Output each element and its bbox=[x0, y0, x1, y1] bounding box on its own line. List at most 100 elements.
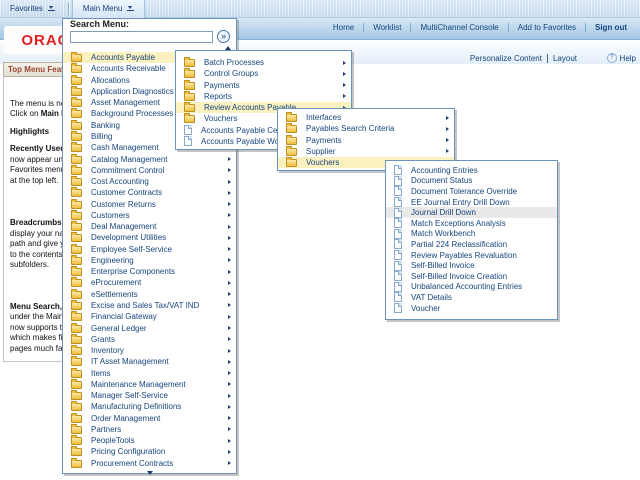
favorites-menu-tab[interactable]: Favorites bbox=[0, 0, 65, 18]
submenu-arrow-icon bbox=[228, 247, 231, 251]
personalize-link[interactable]: Personalize Content bbox=[465, 54, 547, 63]
menu-item[interactable]: Enterprise Components bbox=[63, 266, 236, 277]
menu-item[interactable]: VAT Details bbox=[386, 292, 557, 303]
submenu-arrow-icon bbox=[228, 180, 231, 184]
vouchers-list: Accounting Entries Document Status Docum… bbox=[386, 165, 557, 313]
search-menu-input[interactable] bbox=[70, 31, 213, 43]
menu-item[interactable]: Items bbox=[63, 367, 236, 378]
top-menu-bar: Favorites Main Menu bbox=[0, 0, 640, 18]
menu-item[interactable]: Control Groups bbox=[176, 68, 351, 79]
menu-item[interactable]: Customer Contracts bbox=[63, 187, 236, 198]
folder-icon bbox=[71, 189, 82, 197]
dropdown-caret-icon bbox=[127, 6, 134, 12]
menu-item[interactable]: Self-Billed Invoice bbox=[386, 260, 557, 271]
menu-item[interactable]: Partners bbox=[63, 424, 236, 435]
menu-item[interactable]: Interfaces bbox=[278, 112, 454, 123]
menu-item[interactable]: Document Tolerance Override bbox=[386, 186, 557, 197]
menu-item[interactable]: Manufacturing Definitions bbox=[63, 401, 236, 412]
menu-item[interactable]: Match Workbench bbox=[386, 229, 557, 240]
page-icon bbox=[394, 208, 402, 218]
submenu-arrow-icon bbox=[228, 405, 231, 409]
scroll-up-icon[interactable] bbox=[225, 46, 231, 50]
submenu-arrow-icon bbox=[228, 191, 231, 195]
menu-item[interactable]: Self-Billed Invoice Creation bbox=[386, 271, 557, 282]
menu-item[interactable]: Grants bbox=[63, 334, 236, 345]
submenu-arrow-icon bbox=[228, 371, 231, 375]
folder-icon bbox=[71, 381, 82, 389]
folder-icon bbox=[184, 82, 195, 90]
menu-item[interactable]: Catalog Management bbox=[63, 153, 236, 164]
header-link[interactable]: Home bbox=[324, 23, 363, 32]
folder-icon bbox=[71, 133, 82, 141]
menu-item[interactable]: Manager Self-Service bbox=[63, 390, 236, 401]
menu-item[interactable]: Supplier bbox=[278, 146, 454, 157]
menu-item[interactable]: Accounting Entries bbox=[386, 165, 557, 176]
scroll-down-icon[interactable] bbox=[147, 471, 153, 475]
folder-icon bbox=[71, 212, 82, 220]
menu-item[interactable]: Customer Returns bbox=[63, 198, 236, 209]
menu-item[interactable]: Financial Gateway bbox=[63, 311, 236, 322]
header-link[interactable]: Sign out bbox=[585, 23, 636, 32]
main-menu-tab[interactable]: Main Menu bbox=[72, 0, 146, 18]
menu-item[interactable]: IT Asset Management bbox=[63, 356, 236, 367]
menu-item[interactable]: Inventory bbox=[63, 345, 236, 356]
header-link[interactable]: MultiChannel Console bbox=[410, 23, 507, 32]
help-icon: ? bbox=[607, 53, 617, 63]
menu-item[interactable]: Employee Self-Service bbox=[63, 244, 236, 255]
folder-icon bbox=[71, 246, 82, 254]
search-go-button[interactable]: » bbox=[217, 30, 230, 43]
folder-icon bbox=[286, 159, 297, 167]
submenu-arrow-icon bbox=[228, 236, 231, 240]
folder-icon bbox=[71, 223, 82, 231]
submenu-arrow-icon bbox=[343, 72, 346, 76]
menu-item[interactable]: Reports bbox=[176, 91, 351, 102]
folder-icon bbox=[286, 148, 297, 156]
submenu-arrow-icon bbox=[228, 292, 231, 296]
menu-item[interactable]: EE Journal Entry Drill Down bbox=[386, 197, 557, 208]
menu-item[interactable]: Payments bbox=[278, 135, 454, 146]
header-link[interactable]: Add to Favorites bbox=[508, 23, 585, 32]
menu-item[interactable]: Document Status bbox=[386, 176, 557, 187]
submenu-arrow-icon bbox=[228, 382, 231, 386]
menu-item[interactable]: Pricing Configuration bbox=[63, 446, 236, 457]
menu-item[interactable]: Maintenance Management bbox=[63, 379, 236, 390]
folder-icon bbox=[71, 201, 82, 209]
folder-icon bbox=[184, 104, 195, 112]
folder-icon bbox=[71, 403, 82, 411]
tab-divider bbox=[68, 3, 69, 15]
folder-icon bbox=[71, 144, 82, 152]
menu-item[interactable]: eProcurement bbox=[63, 277, 236, 288]
folder-icon bbox=[71, 437, 82, 445]
menu-item[interactable]: Procurement Contracts bbox=[63, 458, 236, 469]
dropdown-caret-icon bbox=[48, 6, 55, 12]
menu-item[interactable]: Voucher bbox=[386, 303, 557, 314]
menu-item[interactable]: PeopleTools bbox=[63, 435, 236, 446]
menu-item[interactable]: Match Exceptions Analysis bbox=[386, 218, 557, 229]
menu-item[interactable]: Partial 224 Reclassification bbox=[386, 239, 557, 250]
submenu-arrow-icon bbox=[228, 416, 231, 420]
menu-item[interactable]: Unbalanced Accounting Entries bbox=[386, 282, 557, 293]
menu-item[interactable]: General Ledger bbox=[63, 322, 236, 333]
menu-item[interactable]: Cost Accounting bbox=[63, 176, 236, 187]
menu-item[interactable]: Order Management bbox=[63, 413, 236, 424]
menu-item[interactable]: Development Utilities bbox=[63, 232, 236, 243]
menu-item[interactable]: Customers bbox=[63, 210, 236, 221]
header-link[interactable]: Worklist bbox=[363, 23, 410, 32]
submenu-arrow-icon bbox=[446, 127, 449, 131]
submenu-arrow-icon bbox=[228, 225, 231, 229]
submenu-arrow-icon bbox=[343, 94, 346, 98]
menu-item[interactable]: Excise and Sales Tax/VAT IND bbox=[63, 300, 236, 311]
help-link[interactable]: ? Help bbox=[607, 53, 636, 63]
submenu-arrow-icon bbox=[228, 326, 231, 330]
menu-item[interactable]: Payments bbox=[176, 80, 351, 91]
menu-item[interactable]: Engineering bbox=[63, 255, 236, 266]
menu-item[interactable]: Payables Search Criteria bbox=[278, 123, 454, 134]
menu-item[interactable]: Batch Processes bbox=[176, 57, 351, 68]
personalize-link[interactable]: Layout bbox=[547, 54, 582, 63]
menu-item[interactable]: Deal Management bbox=[63, 221, 236, 232]
menu-item[interactable]: Review Payables Revaluation bbox=[386, 250, 557, 261]
menu-item[interactable]: eSettlements bbox=[63, 289, 236, 300]
menu-item[interactable]: Journal Drill Down bbox=[386, 207, 557, 218]
submenu-arrow-icon bbox=[446, 116, 449, 120]
menu-item[interactable]: Commitment Control bbox=[63, 165, 236, 176]
